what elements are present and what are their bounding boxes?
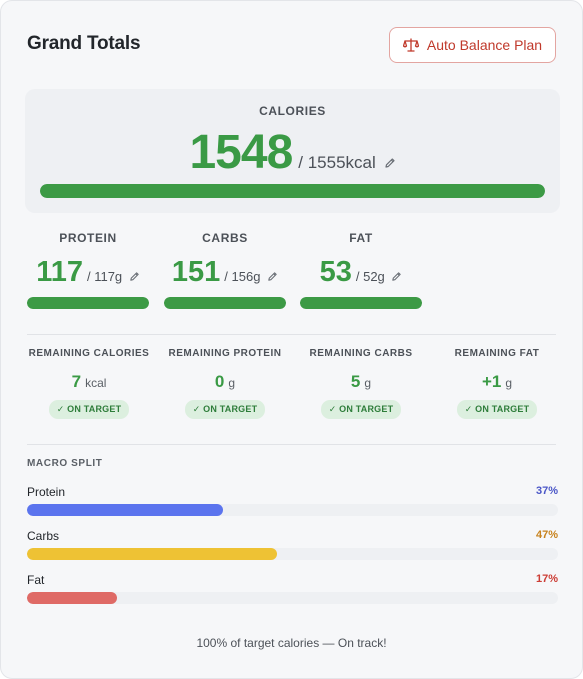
macro-split-title: MACRO SPLIT: [27, 458, 103, 469]
macro-progress-fill: [164, 297, 286, 309]
split-bar-fill: [27, 504, 224, 516]
split-row-fat: Fat 17%: [27, 573, 558, 613]
calories-progress-bar: [40, 184, 545, 198]
status-footer: 100% of target calories — On track!: [196, 636, 387, 650]
pencil-icon[interactable]: [267, 270, 278, 285]
split-bar: [27, 592, 558, 604]
remaining-unit: g: [364, 376, 372, 390]
pencil-icon[interactable]: [129, 270, 140, 285]
macro-value: 151: [171, 256, 221, 288]
scale-icon: [402, 38, 419, 52]
remaining-carbs: REMAINING CARBS 5g ✓ ON TARGET: [295, 347, 427, 419]
split-row-protein: Protein 37%: [27, 485, 558, 525]
remaining-protein: REMAINING PROTEIN 0g ✓ ON TARGET: [159, 347, 291, 419]
card-header: Grand Totals Auto Balance Plan: [27, 27, 556, 63]
macro-label: CARBS: [202, 231, 248, 245]
pencil-icon[interactable]: [384, 154, 396, 174]
on-target-badge: ✓ ON TARGET: [184, 400, 266, 419]
split-percent: 37%: [535, 485, 558, 497]
remaining-value: 7: [71, 372, 82, 391]
calories-label: CALORIES: [259, 104, 326, 118]
remaining-summary: REMAINING CALORIES 7 kcal ✓ ON TARGET REM…: [27, 347, 558, 427]
calories-target: / 1555kcal: [298, 153, 395, 174]
remaining-label: REMAINING CARBS: [309, 348, 413, 359]
macro-progress-fill: [27, 297, 149, 309]
macro-carbs: CARBS 151 / 156g: [164, 223, 286, 313]
macro-target: / 156g: [224, 269, 278, 285]
split-row-carbs: Carbs 47%: [27, 529, 558, 569]
remaining-unit: kcal: [85, 376, 107, 390]
split-name: Fat: [27, 573, 45, 587]
remaining-fat: REMAINING FAT +1 g ✓ ON TARGET: [431, 347, 563, 419]
split-bar-fill: [27, 548, 277, 560]
split-name: Carbs: [27, 529, 60, 543]
macro-totals: PROTEIN 117 / 117g CARBS 151 / 156g FAT: [27, 223, 427, 313]
remaining-label: REMAINING PROTEIN: [168, 348, 282, 359]
macro-progress-bar: [300, 297, 422, 309]
macro-target-text: / 156g: [224, 269, 261, 284]
split-percent: 47%: [535, 529, 558, 541]
remaining-value: 0: [214, 372, 225, 391]
split-percent: 17%: [535, 573, 558, 585]
pencil-icon[interactable]: [391, 270, 402, 285]
auto-balance-button[interactable]: Auto Balance Plan: [389, 27, 556, 63]
macro-target-text: / 52g: [355, 269, 385, 284]
split-name: Protein: [27, 485, 66, 499]
on-target-badge: ✓ ON TARGET: [48, 400, 130, 419]
calories-progress-fill: [40, 184, 545, 198]
macro-progress-fill: [300, 297, 422, 309]
macro-target-text: / 117g: [86, 269, 123, 284]
remaining-unit: g: [228, 376, 236, 390]
macro-progress-bar: [164, 297, 286, 309]
remaining-value: +1: [481, 372, 502, 391]
calories-target-text: / 1555kcal: [298, 153, 376, 172]
macro-split: MACRO SPLIT Protein 37% Carbs 47% Fat 17…: [27, 458, 558, 604]
card-title: Grand Totals: [27, 33, 141, 54]
remaining-label: REMAINING CALORIES: [28, 348, 150, 359]
remaining-calories: REMAINING CALORIES 7 kcal ✓ ON TARGET: [23, 347, 155, 419]
remaining-unit: g: [505, 376, 513, 390]
macro-progress-bar: [27, 297, 149, 309]
macro-value: 53: [319, 256, 352, 288]
on-target-badge: ✓ ON TARGET: [320, 400, 402, 419]
remaining-value: 5: [350, 372, 361, 391]
auto-balance-label: Auto Balance Plan: [426, 37, 543, 53]
macro-target: / 52g: [356, 269, 403, 285]
split-bar: [27, 504, 558, 516]
macro-fat: FAT 53 / 52g: [300, 223, 422, 313]
grand-totals-card: Grand Totals Auto Balance Plan CALORIES …: [0, 0, 583, 679]
calories-summary: CALORIES 1548 / 1555kcal: [25, 89, 560, 213]
macro-target: / 117g: [87, 269, 140, 285]
split-bar-fill: [27, 592, 118, 604]
section-divider: [27, 444, 556, 445]
remaining-label: REMAINING FAT: [454, 348, 540, 359]
calories-value: 1548: [189, 126, 293, 179]
on-target-badge: ✓ ON TARGET: [456, 400, 538, 419]
macro-label: PROTEIN: [59, 231, 117, 245]
macro-label: FAT: [349, 231, 373, 245]
split-bar: [27, 548, 558, 560]
macro-protein: PROTEIN 117 / 117g: [27, 223, 149, 313]
macro-value: 117: [36, 256, 83, 288]
section-divider: [27, 334, 556, 335]
